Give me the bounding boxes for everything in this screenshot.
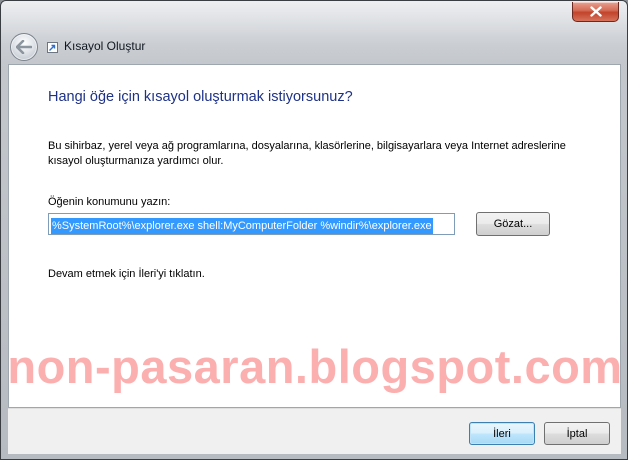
create-shortcut-window: Kısayol Oluştur Hangi öğe için kısayol o… xyxy=(0,0,628,460)
location-input[interactable]: %SystemRoot%\explorer.exe shell:MyComput… xyxy=(48,213,455,235)
wizard-heading: Hangi öğe için kısayol oluşturmak istiyo… xyxy=(48,89,353,105)
location-label: Öğenin konumunu yazın: xyxy=(48,196,171,208)
wizard-footer: İleri İptal xyxy=(8,408,621,454)
location-input-value: %SystemRoot%\explorer.exe shell:MyComput… xyxy=(51,218,433,234)
watermark: non-pasaran.blogspot.com xyxy=(7,340,623,393)
window-title: Kısayol Oluştur xyxy=(64,39,146,53)
continue-hint: Devam etmek için İleri'yi tıklatın. xyxy=(48,268,205,280)
wizard-description: Bu sihirbaz, yerel veya ağ programlarına… xyxy=(48,140,566,167)
close-button[interactable] xyxy=(572,2,619,22)
back-button[interactable] xyxy=(10,33,38,61)
close-icon xyxy=(589,6,602,17)
title-bar xyxy=(1,1,627,65)
next-button[interactable]: İleri xyxy=(469,422,535,445)
shortcut-icon xyxy=(47,42,58,53)
back-arrow-icon xyxy=(16,40,32,54)
cancel-button[interactable]: İptal xyxy=(544,422,610,445)
browse-button[interactable]: Gözat... xyxy=(476,212,550,236)
